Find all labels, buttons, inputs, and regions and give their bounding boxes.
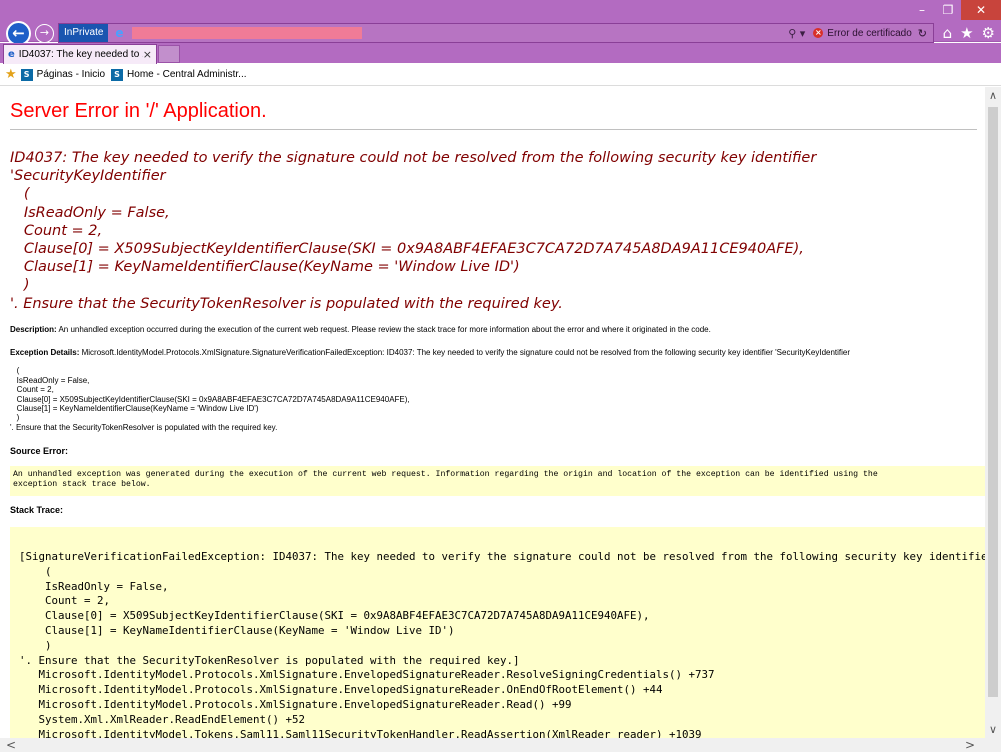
add-favorites-star-icon[interactable]: ★ [5,67,17,82]
horizontal-scrollbar[interactable]: < > [0,738,985,752]
ie-page-icon: e [115,26,124,40]
scroll-right-icon[interactable]: > [965,738,975,752]
certificate-error-label[interactable]: Error de certificado [827,28,911,39]
tab-close-icon[interactable]: × [143,48,152,61]
favorites-star-icon[interactable]: ★ [960,24,973,42]
refresh-icon[interactable]: ↻ [918,27,927,40]
vertical-scroll-thumb[interactable] [988,107,998,697]
new-tab-button[interactable] [158,45,180,63]
vertical-scrollbar[interactable]: ∧ ∨ [985,87,1001,738]
search-dropdown-icon[interactable]: ⚲ ▾ [788,27,805,40]
sharepoint-icon: S [111,68,124,81]
restore-button[interactable]: ❐ [935,0,961,20]
minimize-button[interactable]: – [909,0,935,20]
inprivate-badge: InPrivate [59,24,109,42]
source-error-box: An unhandled exception was generated dur… [10,466,985,496]
tab-strip: e ID4037: The key needed to ... × [0,43,1001,64]
gear-icon[interactable]: ⚙ [982,24,995,42]
page-title: Server Error in '/' Application. [10,100,267,122]
favorite-link-central-admin[interactable]: Home - Central Administr... [127,69,246,80]
title-divider [10,129,977,130]
description-text: An unhandled exception occurred during t… [56,325,711,334]
tab-active[interactable]: e ID4037: The key needed to ... × [3,44,157,64]
description-label: Description: [10,325,57,334]
exception-details-line: Exception Details: Microsoft.IdentityMod… [10,348,980,357]
sharepoint-icon: S [20,68,33,81]
tab-title: ID4037: The key needed to ... [18,49,143,60]
close-window-button[interactable]: ✕ [961,0,1001,20]
favorites-bar: ★ S Páginas - Inicio S Home - Central Ad… [0,64,1001,86]
exception-details-text: Microsoft.IdentityModel.Protocols.XmlSig… [79,348,851,357]
scroll-up-icon[interactable]: ∧ [985,89,1001,102]
url-field[interactable] [132,27,363,39]
stack-trace-heading: Stack Trace: [10,505,64,515]
stack-trace-box: [SignatureVerificationFailedException: I… [10,527,985,738]
tab-ie-icon: e [8,49,15,60]
window-controls: – ❐ ✕ [909,0,1001,20]
home-icon[interactable]: ⌂ [943,24,953,42]
browser-toolbar: – ❐ ✕ ← → InPrivate e ⚲ ▾ × Error de cer… [0,0,1001,46]
scroll-left-icon[interactable]: < [6,738,16,752]
scroll-corner [985,738,1001,752]
exception-details-label: Exception Details: [10,348,80,357]
favorite-link-paginas-inicio[interactable]: Páginas - Inicio [37,69,105,80]
error-message: ID4037: The key needed to verify the sig… [10,150,817,312]
browser-tools: ⌂ ★ ⚙ [943,24,995,42]
forward-button[interactable]: → [35,24,54,43]
page-content: Server Error in '/' Application. ID4037:… [0,87,985,738]
exception-details-block: ( IsReadOnly = False, Count = 2, Clause[… [10,366,410,432]
source-error-heading: Source Error: [10,446,69,456]
certificate-error-icon[interactable]: × [813,28,824,38]
address-bar[interactable]: InPrivate e ⚲ ▾ × Error de certificado ↻ [58,23,934,43]
scroll-down-icon[interactable]: ∨ [985,723,1001,736]
description-line: Description: An unhandled exception occu… [10,325,980,334]
